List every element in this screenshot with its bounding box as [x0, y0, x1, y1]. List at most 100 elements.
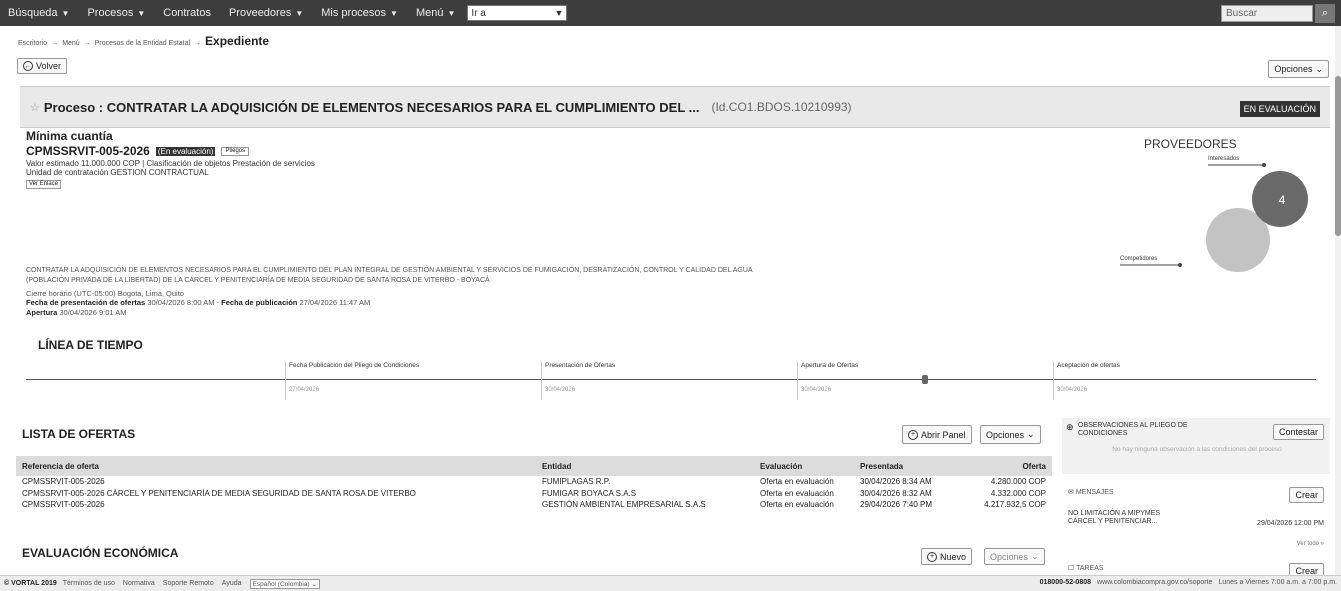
- offer-evaluation: Oferta en evaluación: [760, 488, 834, 498]
- create-message-button[interactable]: Crear: [1289, 487, 1324, 503]
- observations-title-line: OBSERVACIONES AL PLIEGO DE: [1078, 422, 1188, 429]
- breadcrumb-item[interactable]: Escritorio: [18, 40, 47, 47]
- star-icon[interactable]: ☆: [30, 101, 40, 114]
- goto-value: Ir a: [471, 7, 486, 19]
- footer-brand: © VORTAL 2019: [4, 580, 57, 587]
- breadcrumb-item[interactable]: Menú: [62, 40, 80, 47]
- breadcrumb: Escritorio → Menú → Procesos de la Entid…: [18, 34, 269, 48]
- reply-label: Contestar: [1278, 427, 1318, 437]
- column-header[interactable]: Presentada: [854, 456, 954, 476]
- menu-label: Proveedores: [228, 7, 292, 19]
- menu-label: Procesos: [87, 7, 134, 19]
- timeline-event-date: 30/04/2026: [801, 387, 832, 393]
- observations-panel: ⊕ OBSERVACIONES AL PLIEGO DE CONDICIONES…: [1062, 418, 1330, 474]
- table-row[interactable]: CPMSSRVIT-005-2026 GESTIÓN AMBIENTAL EMP…: [16, 499, 1052, 511]
- process-summary: Mínima cuantía CPMSSRVIT-005-2026 (En ev…: [26, 129, 926, 189]
- open-panel-button[interactable]: + Abrir Panel: [902, 425, 972, 444]
- plus-circle-icon: +: [927, 551, 937, 562]
- timeline-event: Presentación de Ofertas 30/04/2026: [541, 362, 791, 400]
- timeline-event-date: 27/04/2026: [289, 387, 320, 393]
- back-button[interactable]: ← Volver: [17, 58, 68, 74]
- page-scrollbar[interactable]: [1335, 26, 1341, 575]
- reply-button[interactable]: Contestar: [1272, 424, 1324, 440]
- messages-panel: ✉ MENSAJES Crear NO LIMITACIÓN A MIPYMES…: [1062, 483, 1330, 579]
- messages-title-text: MENSAJES: [1075, 489, 1114, 496]
- top-menu-bar: Búsqueda ▼ Procesos ▼ Contratos Proveedore…: [0, 0, 1341, 26]
- competitors-label: Competidores: [1120, 256, 1158, 262]
- create-label: Crear: [1295, 490, 1318, 500]
- column-header[interactable]: Entidad: [536, 456, 754, 476]
- offers-table: Referencia de oferta Entidad Evaluación …: [16, 456, 1052, 511]
- interested-label: Interesados: [1208, 156, 1240, 162]
- language-value: Español (Colombia): [252, 580, 310, 588]
- timeline-event-date: 30/04/2026: [545, 387, 576, 393]
- tasks-title-text: TAREAS: [1076, 565, 1104, 572]
- chevron-down-icon: ⌄: [1315, 63, 1323, 74]
- menu-procesos[interactable]: Procesos ▼: [87, 7, 145, 19]
- offer-reference[interactable]: CPMSSRVIT-005-2026: [16, 499, 536, 511]
- interested-count: 4: [1279, 193, 1286, 207]
- back-label: Volver: [36, 61, 62, 71]
- options-button[interactable]: Opciones ⌄: [1268, 60, 1329, 78]
- breadcrumb-item[interactable]: Procesos de la Entidad Estatal: [95, 40, 190, 47]
- menu-label: Contratos: [163, 7, 211, 19]
- language-select[interactable]: Español (Colombia) ⌄: [249, 578, 320, 589]
- process-title: Proceso : CONTRATAR LA ADQUISICIÓN DE EL…: [43, 99, 700, 115]
- table-header-row: Referencia de oferta Entidad Evaluación …: [16, 456, 1052, 476]
- footer-link[interactable]: Normativa: [123, 580, 155, 587]
- timezone-line: Cierre horario (UTC-05:00) Bogota, Lima,…: [26, 289, 184, 298]
- task-icon: ☐: [1068, 565, 1075, 572]
- menu-contratos[interactable]: Contratos: [163, 7, 211, 19]
- timeline-current-marker: [922, 375, 928, 384]
- menu-mis-procesos[interactable]: Mis procesos ▼: [321, 7, 398, 19]
- process-description: CONTRATAR LA ADQUISICIÓN DE ELEMENTOS NE…: [26, 266, 986, 286]
- process-header: ☆ Proceso : CONTRATAR LA ADQUISICIÓN DE …: [20, 86, 1330, 128]
- footer-link[interactable]: Ayuda: [222, 580, 242, 587]
- timeline-event: Aceptación de ofertas 30/04/2026: [1053, 362, 1303, 400]
- offer-date-label: Fecha de presentación de ofertas: [26, 298, 146, 308]
- offer-submitted: 30/04/2026 8:34 AM: [860, 477, 932, 487]
- scrollbar-thumb[interactable]: [1335, 76, 1341, 236]
- timeline-event-date: 30/04/2026: [1057, 387, 1088, 393]
- search-icon: ⌕: [1321, 7, 1329, 19]
- observations-title: OBSERVACIONES AL PLIEGO DE CONDICIONES: [1078, 422, 1188, 437]
- offer-submitted: 30/04/2026 8:32 AM: [860, 488, 932, 498]
- message-item[interactable]: NO LIMITACIÓN A MIPYMES CÁRCEL Y PENITEN…: [1068, 510, 1160, 525]
- publication-date-label: Fecha de publicación: [221, 298, 298, 308]
- search-input[interactable]: Buscar: [1221, 5, 1313, 22]
- pliegos-button[interactable]: Pliegos: [221, 147, 250, 157]
- offer-reference[interactable]: CPMSSRVIT-005-2026 CÁRCEL Y PENITENCIARÍ…: [16, 488, 536, 500]
- column-header[interactable]: Referencia de oferta: [16, 456, 536, 476]
- menu-menu[interactable]: Menú ▼: [416, 7, 455, 19]
- column-header[interactable]: Oferta: [954, 456, 1052, 476]
- see-all-link[interactable]: Ver todo »: [1297, 541, 1324, 547]
- table-row[interactable]: CPMSSRVIT-005-2026 FUMIPLAGAS R.P. Ofert…: [16, 476, 1052, 488]
- arrow-right-icon: →: [194, 40, 202, 47]
- menu-label: Mis procesos: [321, 7, 387, 19]
- column-header[interactable]: Evaluación: [754, 456, 854, 476]
- search-button[interactable]: ⌕: [1315, 4, 1335, 23]
- view-link-button[interactable]: Ver Enlace: [26, 179, 62, 189]
- offer-dates-line: Fecha de presentación de ofertas 30/04/2…: [26, 298, 371, 308]
- process-modality: Mínima cuantía: [26, 129, 113, 143]
- offers-options-button[interactable]: Opciones ⌄: [980, 425, 1041, 444]
- offer-evaluation: Oferta en evaluación: [760, 477, 834, 487]
- evaluation-options-button[interactable]: Opciones ⌄: [984, 548, 1045, 565]
- menu-proveedores[interactable]: Proveedores ▼: [229, 7, 303, 19]
- options-label: Opciones: [986, 429, 1025, 440]
- caret-down-icon: ▼: [137, 8, 146, 18]
- menu-busqueda[interactable]: Búsqueda ▼: [8, 7, 69, 19]
- chevron-down-icon: ⌄: [1031, 551, 1039, 561]
- message-subject: NO LIMITACIÓN A MIPYMES: [1068, 510, 1161, 517]
- offer-reference[interactable]: CPMSSRVIT-005-2026: [16, 476, 536, 488]
- goto-select[interactable]: Ir a ▼: [467, 5, 568, 21]
- table-row[interactable]: CPMSSRVIT-005-2026 CÁRCEL Y PENITENCIARÍ…: [16, 488, 1052, 500]
- arrow-right-icon: →: [51, 40, 59, 47]
- messages-title: ✉ MENSAJES: [1068, 488, 1114, 496]
- new-evaluation-button[interactable]: + Nuevo: [921, 548, 973, 565]
- footer-link[interactable]: Términos de uso: [63, 580, 115, 587]
- offer-amount: 4.280.000 COP: [990, 477, 1046, 487]
- back-arrow-icon: ←: [23, 61, 33, 71]
- footer-link[interactable]: Soporte Remoto: [163, 580, 214, 587]
- support-site[interactable]: www.colombiacompra.gov.co/soporte: [1097, 579, 1212, 586]
